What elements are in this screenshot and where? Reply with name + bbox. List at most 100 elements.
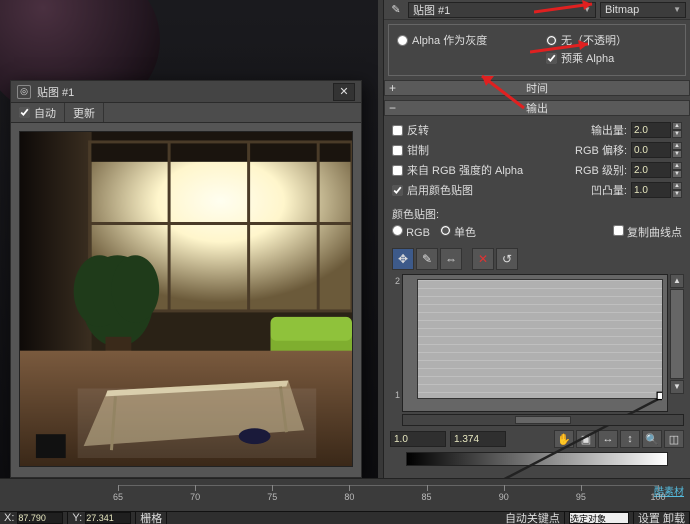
- output-rollout-title: 输出: [385, 100, 689, 116]
- map-type-dropdown[interactable]: Bitmap ▼: [600, 2, 686, 18]
- alpha-as-gray-label: Alpha 作为灰度: [412, 32, 487, 48]
- output-rollout-header[interactable]: − 输出: [384, 100, 690, 116]
- colormap-title: 颜色贴图:: [392, 206, 682, 222]
- tick-label: 70: [190, 492, 200, 502]
- tick: [504, 485, 505, 491]
- alpha-from-rgb-check[interactable]: [392, 165, 403, 176]
- spin-down-icon[interactable]: ▼: [672, 170, 682, 178]
- mono-option[interactable]: 单色: [440, 224, 476, 240]
- invert-check[interactable]: [392, 125, 403, 136]
- alpha-none-option[interactable]: 无（不透明）: [546, 31, 677, 49]
- move-point-button[interactable]: ✥: [392, 248, 414, 270]
- curve-hscroll[interactable]: [402, 414, 684, 426]
- chevron-down-icon: ▼: [583, 5, 591, 14]
- rgb-offset-input[interactable]: [631, 142, 671, 158]
- curve-canvas[interactable]: [402, 274, 668, 412]
- minus-icon: −: [389, 102, 396, 114]
- copy-points-option[interactable]: 复制曲线点: [613, 224, 682, 240]
- alpha-none-label: 无（不透明）: [561, 32, 627, 48]
- bump-input[interactable]: [631, 182, 671, 198]
- scale-icon: ⇔: [445, 252, 457, 266]
- mono-radio[interactable]: [440, 225, 451, 236]
- reset-curve-button[interactable]: ↺: [496, 248, 518, 270]
- rgb-radio[interactable]: [392, 225, 403, 236]
- spin-down-icon[interactable]: ▼: [672, 130, 682, 138]
- clamp-check[interactable]: [392, 145, 403, 156]
- map-slot-dropdown[interactable]: 贴图 #1 ▼: [408, 2, 596, 18]
- selection-filter[interactable]: [565, 512, 634, 524]
- hscroll-thumb[interactable]: [515, 416, 571, 424]
- status-bar: X: Y: 栅格 自动关键点 设置 卸载: [0, 511, 690, 524]
- plus-icon: +: [389, 82, 396, 94]
- alpha-premult-check[interactable]: [546, 53, 557, 64]
- enable-colormap-check[interactable]: [392, 185, 403, 196]
- timeline[interactable]: 65707580859095100: [118, 485, 658, 509]
- pen-icon: ✎: [422, 252, 432, 266]
- parameters-panel: ✎ 贴图 #1 ▼ Bitmap ▼ Alpha 作为灰度 无（不透明） 预乘 …: [383, 0, 690, 478]
- auto-checkbox[interactable]: [19, 107, 30, 118]
- rgb-option[interactable]: RGB: [392, 225, 430, 239]
- zoom-ext-v-button[interactable]: ▲: [670, 274, 684, 288]
- ytick-1: 1: [395, 390, 400, 400]
- bitmap-preview: [19, 131, 353, 467]
- spin-up-icon[interactable]: ▲: [672, 182, 682, 190]
- bump-label: 凹凸量:: [567, 182, 627, 198]
- invert-label: 反转: [407, 122, 429, 138]
- alpha-group: Alpha 作为灰度 无（不透明） 预乘 Alpha: [388, 24, 686, 76]
- grid-label: 栅格: [140, 511, 162, 524]
- alpha-none-radio[interactable]: [546, 35, 557, 46]
- coord-x: X:: [0, 512, 68, 524]
- output-amount-input[interactable]: [631, 122, 671, 138]
- alpha-premult-option[interactable]: 预乘 Alpha: [546, 49, 677, 67]
- tick-label: 90: [499, 492, 509, 502]
- close-button[interactable]: ✕: [333, 83, 355, 101]
- y-input[interactable]: [85, 512, 131, 524]
- spin-up-icon[interactable]: ▲: [672, 122, 682, 130]
- pick-icon[interactable]: ✎: [388, 2, 404, 18]
- reset-icon: ↺: [502, 252, 512, 266]
- window-titlebar[interactable]: ◎ 贴图 #1 ✕: [11, 81, 361, 103]
- bump-spinner[interactable]: ▲▼: [631, 182, 682, 198]
- time-rollout-title: 时间: [385, 80, 689, 96]
- spin-up-icon[interactable]: ▲: [672, 162, 682, 170]
- x-input[interactable]: [17, 512, 63, 524]
- auto-toggle[interactable]: 自动: [11, 103, 65, 122]
- curve-toolbar: ✥ ✎ ⇔ ✕ ↺: [384, 246, 690, 272]
- tick-label: 65: [113, 492, 123, 502]
- tick: [658, 485, 659, 491]
- spin-up-icon[interactable]: ▲: [672, 142, 682, 150]
- rgb-level-input[interactable]: [631, 162, 671, 178]
- rgb-level-spinner[interactable]: ▲▼: [631, 162, 682, 178]
- output-amount-spinner[interactable]: ▲▼: [631, 122, 682, 138]
- update-label: 更新: [73, 105, 95, 121]
- chevron-down-icon: ▼: [673, 5, 681, 14]
- output-rollout: − 输出 反转 输出量: ▲▼ 钳制 RGB 偏移:: [384, 100, 690, 466]
- alpha-premult-label: 预乘 Alpha: [561, 50, 614, 66]
- map-slot-row: ✎ 贴图 #1 ▼ Bitmap ▼: [384, 0, 690, 20]
- setkey-seg[interactable]: 设置 卸载: [634, 512, 690, 524]
- alpha-as-gray-radio[interactable]: [397, 35, 408, 46]
- autokey-seg[interactable]: 自动关键点: [501, 512, 565, 524]
- alpha-as-gray-option[interactable]: Alpha 作为灰度: [397, 31, 528, 49]
- spin-down-icon[interactable]: ▼: [672, 150, 682, 158]
- tick-label: 85: [422, 492, 432, 502]
- tick: [349, 485, 350, 491]
- time-rollout-header[interactable]: + 时间: [384, 80, 690, 96]
- tick-label: 100: [650, 492, 665, 502]
- vscroll-thumb[interactable]: [670, 289, 684, 379]
- scale-point-button[interactable]: ⇔: [440, 248, 462, 270]
- enable-colormap-label: 启用颜色贴图: [407, 182, 473, 198]
- selection-input[interactable]: [569, 512, 629, 524]
- rgb-offset-spinner[interactable]: ▲▼: [631, 142, 682, 158]
- copy-points-check[interactable]: [613, 225, 624, 236]
- grid-seg: 栅格: [136, 512, 167, 524]
- spin-down-icon[interactable]: ▼: [672, 190, 682, 198]
- delete-point-button[interactable]: ✕: [472, 248, 494, 270]
- tick: [118, 485, 119, 491]
- add-point-button[interactable]: ✎: [416, 248, 438, 270]
- zoom-region-button[interactable]: ◫: [664, 430, 684, 448]
- update-button[interactable]: 更新: [65, 103, 104, 122]
- tick: [427, 485, 428, 491]
- auto-label: 自动: [34, 105, 56, 121]
- zoom-ext-v-button[interactable]: ▼: [670, 380, 684, 394]
